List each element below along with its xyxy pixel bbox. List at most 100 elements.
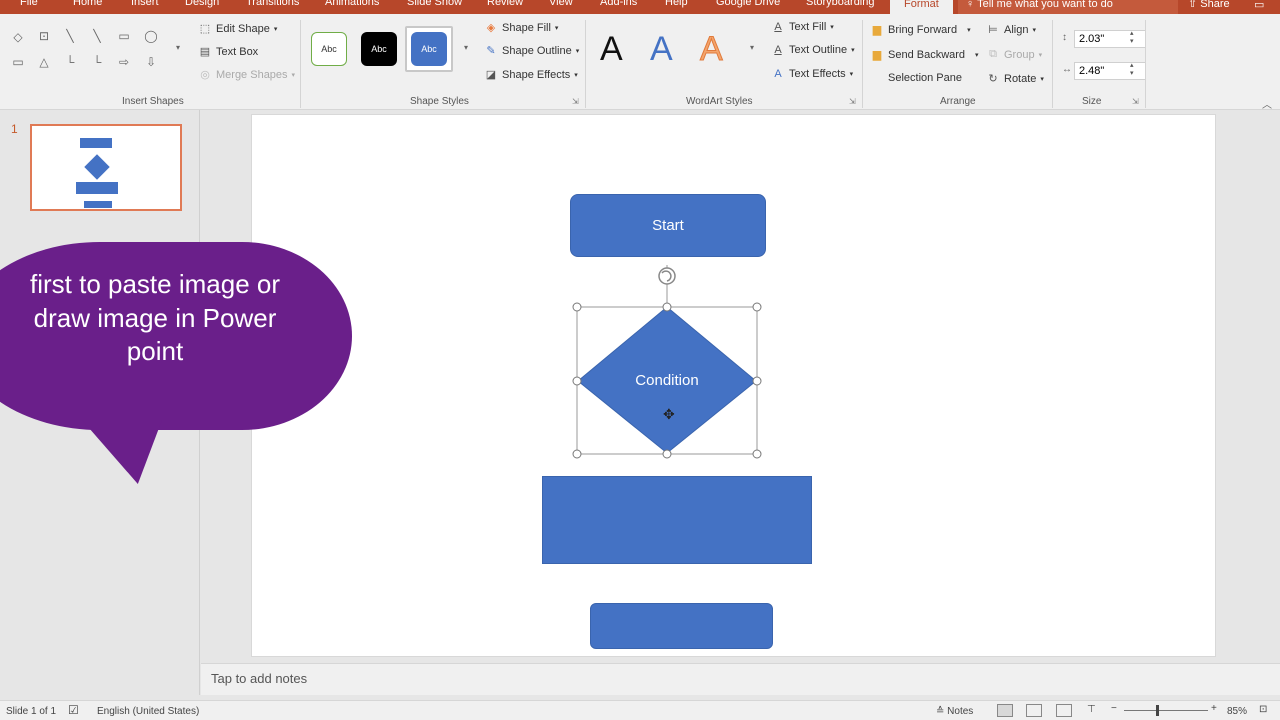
wordart-style-orange[interactable]: A xyxy=(700,30,724,69)
align-button[interactable]: ⊨ Align ▾ xyxy=(986,23,1036,37)
notes-pane[interactable]: Tap to add notes xyxy=(201,663,1280,695)
tab-animations[interactable]: Animations xyxy=(325,0,379,8)
tab-transitions[interactable]: Transitions xyxy=(246,0,299,8)
ribbon: ◇ ⊡ ╲ ╲ ▭ ◯ ▭ △ └ └ ⇨ ⇩ ▾ ⬚ Edit Shape ▾ ▤… xyxy=(0,14,1280,111)
shape-width-input[interactable] xyxy=(1074,62,1146,80)
zoom-in-icon[interactable]: + xyxy=(1211,703,1217,714)
dialog-launcher-icon[interactable]: ⇲ xyxy=(1132,97,1139,106)
reading-view-icon[interactable] xyxy=(1056,704,1072,717)
language-indicator[interactable]: English (United States) xyxy=(97,706,199,717)
process-shape[interactable] xyxy=(542,476,812,564)
rounded-rect-shape-icon[interactable]: ▭ xyxy=(10,55,26,69)
wordart-style-black[interactable]: A xyxy=(600,30,623,69)
tab-slide-show[interactable]: Slide Show xyxy=(407,0,462,8)
dialog-launcher-icon[interactable]: ⇲ xyxy=(849,97,856,106)
spelling-check-icon[interactable]: ☑ xyxy=(68,703,79,717)
resize-handle xyxy=(662,302,672,312)
text-outline-button[interactable]: A Text Outline ▾ xyxy=(771,44,854,56)
style-swatch-label: Abc xyxy=(421,44,437,54)
text-fill-button[interactable]: A Text Fill ▾ xyxy=(771,21,833,33)
tab-home[interactable]: Home xyxy=(73,0,102,8)
chevron-down-icon: ▾ xyxy=(967,26,971,34)
zoom-slider-thumb[interactable] xyxy=(1156,705,1159,716)
tell-me-search[interactable]: ♀ Tell me what you want to do xyxy=(958,0,1178,14)
text-box-label: Text Box xyxy=(216,45,259,58)
width-spinner[interactable]: ▴ ▾ xyxy=(1130,62,1134,78)
text-box-button[interactable]: ▤ Text Box xyxy=(198,45,259,59)
wordart-style-blue[interactable]: A xyxy=(650,30,673,69)
shapes-more-icon[interactable]: ▾ xyxy=(170,43,186,52)
resize-handle xyxy=(752,449,762,459)
elbow-connector-icon[interactable]: └ xyxy=(62,55,78,69)
zoom-out-icon[interactable]: − xyxy=(1111,703,1117,714)
normal-view-icon[interactable] xyxy=(997,704,1013,717)
tab-google-drive[interactable]: Google Drive xyxy=(716,0,780,8)
insert-shapes-group-label: Insert Shapes xyxy=(122,96,184,107)
selection-pane-button[interactable]: Selection Pane xyxy=(870,72,962,84)
bring-forward-button[interactable]: ▆ Bring Forward ▾ xyxy=(870,23,971,37)
dialog-launcher-icon[interactable]: ⇲ xyxy=(572,97,579,106)
style-swatch-black[interactable]: Abc xyxy=(361,32,397,66)
rectangle-shape-icon[interactable]: ▭ xyxy=(116,29,132,43)
chevron-down-icon: ▾ xyxy=(554,24,559,32)
end-shape[interactable] xyxy=(590,603,773,649)
shape-fill-label: Shape Fill xyxy=(502,21,551,34)
chevron-down-icon: ▾ xyxy=(1040,75,1044,83)
textbox-shape-icon[interactable]: ⊡ xyxy=(36,29,52,43)
chevron-down-icon: ▾ xyxy=(849,71,854,78)
slideshow-view-icon[interactable]: ⊤ xyxy=(1087,704,1096,715)
text-effects-button[interactable]: A Text Effects ▾ xyxy=(771,68,853,80)
share-button[interactable]: ⇧ Share xyxy=(1188,0,1230,10)
tell-me-text: Tell me what you want to do xyxy=(977,0,1113,10)
tab-review[interactable]: Review xyxy=(487,0,523,8)
resize-handle xyxy=(752,376,762,386)
oval-shape-icon[interactable]: ◯ xyxy=(143,29,159,43)
size-group-label: Size xyxy=(1082,96,1102,107)
notes-toggle[interactable]: ≙ Notes xyxy=(936,706,973,717)
move-cursor-icon: ✥ xyxy=(663,406,675,422)
right-arrow-shape-icon[interactable]: ⇨ xyxy=(116,55,132,69)
slide-sorter-view-icon[interactable] xyxy=(1026,704,1042,717)
diamond-shape-icon[interactable]: ◇ xyxy=(10,30,26,44)
tab-help[interactable]: Help xyxy=(665,0,688,8)
tab-view[interactable]: View xyxy=(549,0,573,8)
group-separator xyxy=(862,20,863,108)
line-shape-icon[interactable]: ╲ xyxy=(62,29,78,43)
down-arrow-shape-icon[interactable]: ⇩ xyxy=(143,55,159,69)
merge-shapes-button[interactable]: ◎ Merge Shapes ▾ xyxy=(198,68,295,82)
start-shape[interactable]: Start xyxy=(570,194,766,257)
group-button[interactable]: ⧉ Group ▾ xyxy=(986,48,1042,61)
fit-to-window-icon[interactable]: ⊡ xyxy=(1259,704,1267,715)
rotate-button[interactable]: ↻ Rotate ▾ xyxy=(986,72,1044,86)
tab-design[interactable]: Design xyxy=(185,0,219,8)
style-swatch-outline[interactable]: Abc xyxy=(311,32,347,66)
slide-thumbnail[interactable] xyxy=(30,124,182,211)
arrow-line-shape-icon[interactable]: ╲ xyxy=(89,29,105,43)
style-swatch-selected-frame[interactable]: Abc xyxy=(405,26,453,72)
triangle-shape-icon[interactable]: △ xyxy=(36,55,52,69)
align-icon: ⊨ xyxy=(988,24,998,36)
slide-canvas[interactable]: Start Condition ✥ xyxy=(251,114,1216,657)
tab-storyboarding[interactable]: Storyboarding xyxy=(806,0,875,8)
zoom-level[interactable]: 85% xyxy=(1227,706,1247,717)
condition-selection[interactable] xyxy=(570,265,770,465)
text-fill-icon: A xyxy=(774,21,782,33)
styles-more-icon[interactable]: ▾ xyxy=(458,43,474,52)
merge-shapes-label: Merge Shapes xyxy=(216,68,288,81)
edit-shape-button[interactable]: ⬚ Edit Shape ▾ xyxy=(198,22,278,36)
collapse-ribbon-icon[interactable]: ︿ xyxy=(1262,96,1272,111)
elbow-arrow-icon[interactable]: └ xyxy=(89,55,105,69)
tab-add-ins[interactable]: Add-ins xyxy=(600,0,637,8)
shape-effects-button[interactable]: ◪ Shape Effects ▾ xyxy=(484,68,578,82)
shape-outline-button[interactable]: ✎ Shape Outline ▾ xyxy=(484,44,579,58)
zoom-slider-track[interactable] xyxy=(1124,710,1208,711)
send-backward-button[interactable]: ▆ Send Backward ▾ xyxy=(870,48,979,62)
shape-fill-button[interactable]: ◈ Shape Fill ▾ xyxy=(484,21,559,35)
height-spinner[interactable]: ▴ ▾ xyxy=(1130,30,1134,46)
tab-insert[interactable]: Insert xyxy=(131,0,159,8)
shape-height-input[interactable] xyxy=(1074,30,1146,48)
wordart-more-icon[interactable]: ▾ xyxy=(744,43,760,52)
thumb-condition-shape xyxy=(84,154,110,180)
comments-icon[interactable]: ▭ xyxy=(1254,0,1264,11)
tab-file[interactable]: File xyxy=(20,0,38,8)
